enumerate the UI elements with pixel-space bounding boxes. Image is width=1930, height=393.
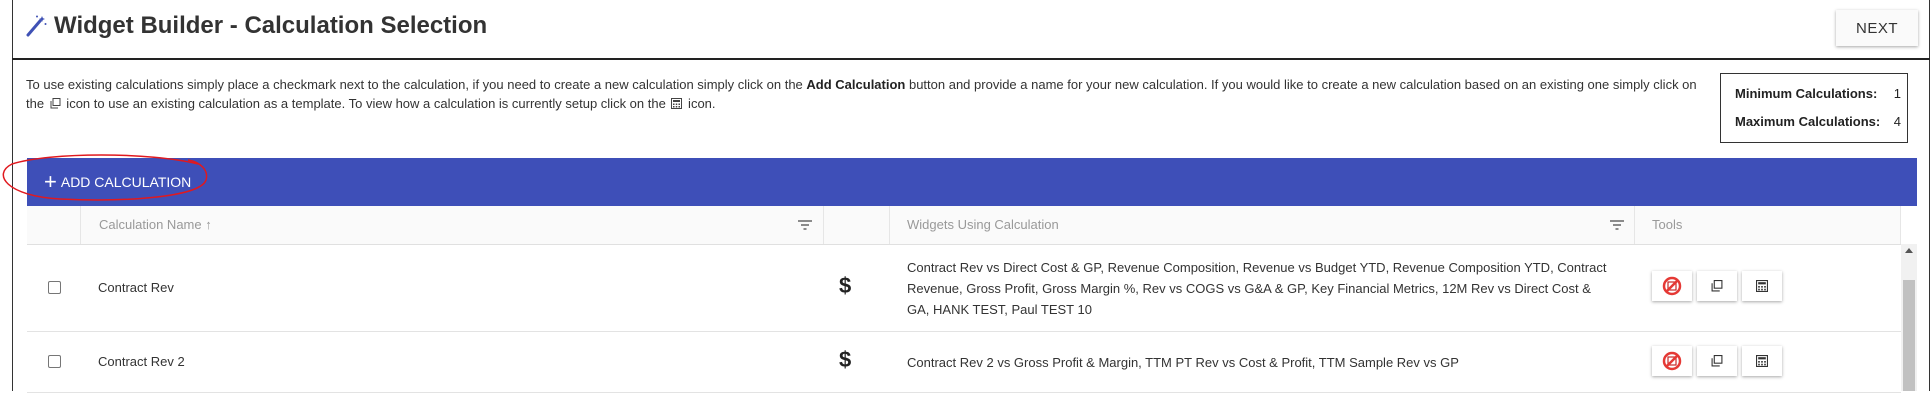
delete-disabled-button[interactable] — [1652, 346, 1692, 376]
calculation-name-header-label: Calculation Name — [99, 217, 202, 232]
calculator-icon — [1756, 280, 1768, 292]
table-row: Contract Rev 2 $ Contract Rev 2 vs Gross… — [27, 332, 1901, 393]
column-separator — [1634, 206, 1635, 244]
filter-icon[interactable] — [797, 218, 813, 232]
plus-icon: + — [44, 169, 57, 194]
copy-calculation-button[interactable] — [1697, 271, 1737, 301]
calculation-name: Contract Rev — [98, 280, 174, 295]
view-calculation-button[interactable] — [1742, 271, 1782, 301]
min-value: 1 — [1893, 86, 1901, 101]
copy-icon — [1711, 355, 1723, 367]
sort-ascending-icon: ↑ — [205, 217, 212, 232]
column-separator — [1900, 206, 1901, 244]
instructions-add-calculation: Add Calculation — [806, 77, 906, 92]
instructions-part1: To use existing calculations simply plac… — [26, 77, 807, 92]
currency-icon: $ — [839, 273, 852, 298]
row-checkbox[interactable] — [48, 281, 61, 294]
scroll-up-arrow-icon[interactable] — [1905, 248, 1913, 253]
column-header-calculation-name[interactable]: Calculation Name ↑ — [99, 217, 212, 232]
next-button[interactable]: NEXT — [1836, 10, 1918, 46]
minimum-calculations: Minimum Calculations: 1 — [1735, 86, 1901, 101]
currency-icon: $ — [839, 347, 852, 372]
widgets-using-calculation: Contract Rev 2 vs Gross Profit & Margin,… — [907, 355, 1459, 370]
column-header-widgets[interactable]: Widgets Using Calculation — [907, 217, 1059, 232]
instructions-part3: icon to use an existing calculation as a… — [62, 96, 670, 111]
instructions-text: To use existing calculations simply plac… — [26, 75, 1706, 113]
column-separator — [80, 206, 81, 244]
column-header-tools: Tools — [1652, 217, 1683, 232]
calculation-name: Contract Rev 2 — [98, 354, 185, 369]
calculation-limits-box: Minimum Calculations: 1 Maximum Calculat… — [1720, 73, 1908, 143]
max-value: 4 — [1893, 114, 1901, 129]
widgets-using-calculation: Contract Rev vs Direct Cost & GP, Revenu… — [907, 260, 1607, 317]
copy-icon — [50, 98, 61, 109]
view-calculation-button[interactable] — [1742, 346, 1782, 376]
instructions-part4: icon. — [684, 96, 716, 111]
grid-header: Calculation Name ↑ Widgets Using Calcula… — [27, 206, 1901, 245]
header-divider — [12, 58, 1930, 60]
grid-toolbar — [27, 158, 1917, 206]
page-header: Widget Builder - Calculation Selection — [24, 12, 487, 40]
magic-wand-icon — [26, 15, 47, 37]
copy-icon — [1711, 280, 1723, 292]
calculator-icon — [671, 98, 683, 109]
delete-disabled-button[interactable] — [1652, 271, 1692, 301]
max-label: Maximum Calculations: — [1735, 114, 1881, 129]
scrollbar-thumb[interactable] — [1903, 280, 1915, 391]
calculator-icon — [1756, 355, 1768, 367]
copy-calculation-button[interactable] — [1697, 346, 1737, 376]
column-separator — [889, 206, 890, 244]
maximum-calculations: Maximum Calculations: 4 — [1735, 114, 1901, 129]
column-separator — [823, 206, 824, 244]
no-delete-icon — [1662, 351, 1682, 371]
add-calculation-label: ADD CALCULATION — [60, 174, 192, 190]
min-label: Minimum Calculations: — [1735, 86, 1878, 101]
filter-icon[interactable] — [1609, 218, 1625, 232]
table-row: Contract Rev $ Contract Rev vs Direct Co… — [27, 245, 1901, 332]
row-checkbox[interactable] — [48, 355, 61, 368]
add-calculation-button[interactable]: + ADD CALCULATION — [44, 170, 191, 194]
page-title: Widget Builder - Calculation Selection — [54, 12, 488, 39]
no-delete-icon — [1662, 276, 1682, 296]
